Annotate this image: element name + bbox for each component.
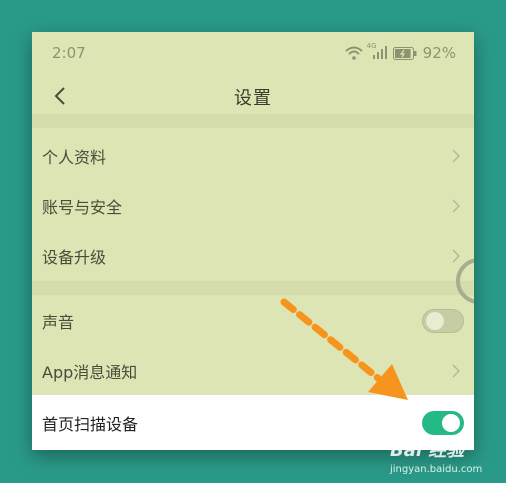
network-type-label: 4G <box>366 42 377 50</box>
watermark-brand: Bai 经验 <box>390 440 465 461</box>
settings-item-label: 设备升级 <box>42 248 107 267</box>
phone-screen: 2:07 4G 92% 设置 个人资料 账号与安全 设备升级 声音 App消息通… <box>32 32 474 450</box>
status-icons: 4G 92% <box>344 42 456 62</box>
battery-percent: 92% <box>422 44 456 62</box>
settings-item-label: 账号与安全 <box>42 198 123 217</box>
toggle-knob <box>442 414 460 432</box>
settings-item-account-security[interactable]: 账号与安全 <box>32 181 474 231</box>
watermark-url: jingyan.baidu.com <box>390 464 483 475</box>
toggle-knob <box>426 312 444 330</box>
settings-item-sound: 声音 <box>32 296 474 346</box>
settings-item-profile[interactable]: 个人资料 <box>32 131 474 181</box>
settings-item-app-notifications[interactable]: App消息通知 <box>32 346 474 396</box>
chevron-right-icon <box>450 249 462 263</box>
chevron-right-icon <box>450 199 462 213</box>
home-scan-device-toggle[interactable] <box>422 411 464 435</box>
baidu-jingyan-watermark: Bai 经验 jingyan.baidu.com <box>390 436 500 476</box>
wifi-icon <box>344 46 363 60</box>
settings-item-label: 声音 <box>42 313 75 332</box>
status-bar: 2:07 4G 92% <box>32 32 474 74</box>
settings-item-label: 首页扫描设备 <box>42 415 139 434</box>
sound-toggle[interactable] <box>422 309 464 333</box>
signal-icon: 4G <box>367 42 387 60</box>
chevron-right-icon <box>450 149 462 163</box>
section-divider <box>32 114 474 128</box>
battery-icon <box>392 46 417 60</box>
settings-item-device-upgrade[interactable]: 设备升级 <box>32 231 474 281</box>
chevron-right-icon <box>450 364 462 378</box>
settings-item-label: 个人资料 <box>42 148 107 167</box>
status-time: 2:07 <box>52 44 86 62</box>
section-divider <box>32 281 474 295</box>
settings-item-label: App消息通知 <box>42 363 138 382</box>
page-title: 设置 <box>234 88 272 109</box>
